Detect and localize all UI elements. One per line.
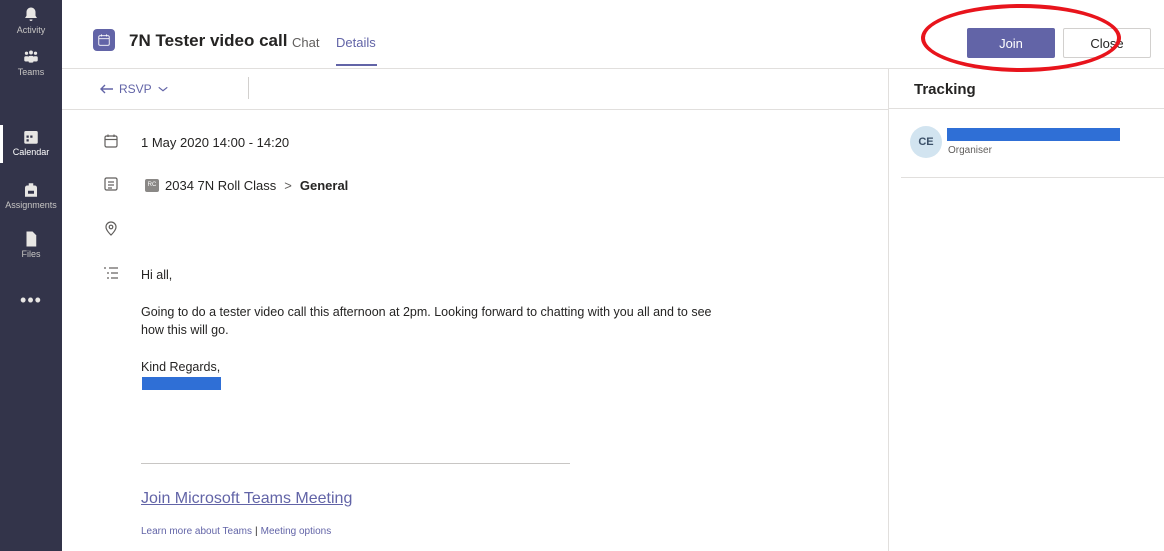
rail-item-label: Teams xyxy=(17,67,45,77)
rail-item-label: Files xyxy=(21,249,41,259)
file-icon xyxy=(26,231,37,247)
join-button[interactable]: Join xyxy=(967,28,1055,58)
team-avatar: RC xyxy=(145,179,159,193)
rail-item-label: Activity xyxy=(16,25,46,35)
bell-icon xyxy=(25,7,37,21)
content-divider xyxy=(141,463,570,464)
channel-name[interactable]: General xyxy=(300,178,348,193)
redacted-signature xyxy=(142,377,221,390)
calendar-icon xyxy=(24,131,38,144)
details-toolbar: RSVP xyxy=(62,69,888,110)
tracking-divider xyxy=(889,108,1164,109)
chevron-right-icon: > xyxy=(284,178,292,193)
rail-item-assignments[interactable]: Assignments xyxy=(0,181,62,210)
location-pin-icon xyxy=(103,221,119,237)
attendee-divider xyxy=(901,177,1164,178)
calendar-icon xyxy=(103,133,119,149)
backpack-icon xyxy=(25,183,37,197)
rsvp-label: RSVP xyxy=(119,82,152,96)
tracking-panel: Tracking CE Organiser xyxy=(888,69,1164,551)
rsvp-button[interactable]: RSVP xyxy=(100,82,169,96)
tracking-title: Tracking xyxy=(914,81,976,98)
join-meeting-link[interactable]: Join Microsoft Teams Meeting xyxy=(141,490,352,508)
app-rail: Activity Teams Calendar Assignments File… xyxy=(0,0,62,551)
channel-icon xyxy=(103,176,119,192)
rail-item-label: Calendar xyxy=(12,147,50,157)
active-tab-indicator xyxy=(336,64,377,66)
description-icon xyxy=(103,265,119,281)
attendee-role: Organiser xyxy=(948,145,992,156)
chevron-down-icon xyxy=(158,86,168,92)
message-greeting: Hi all, xyxy=(141,268,173,282)
rail-item-activity[interactable]: Activity xyxy=(0,6,62,35)
avatar[interactable]: CE xyxy=(910,126,942,158)
meeting-header: 7N Tester video call Chat Details Join C… xyxy=(62,0,1164,69)
channel-path: RC 2034 7N Roll Class > General xyxy=(145,178,348,193)
reply-arrow-icon xyxy=(100,84,113,94)
meeting-calendar-icon xyxy=(93,29,115,51)
rail-item-teams[interactable]: Teams xyxy=(0,48,62,77)
message-signoff: Kind Regards, xyxy=(141,360,221,374)
redacted-attendee-name xyxy=(947,128,1120,141)
rail-item-label: Assignments xyxy=(5,200,57,210)
more-apps-icon[interactable]: ••• xyxy=(0,290,62,311)
footer-separator: | xyxy=(255,526,258,537)
tab-details[interactable]: Details xyxy=(336,35,376,50)
learn-more-link[interactable]: Learn more about Teams xyxy=(141,526,252,537)
meeting-datetime: 1 May 2020 14:00 - 14:20 xyxy=(141,135,290,150)
teams-icon xyxy=(24,50,38,63)
rail-item-calendar[interactable]: Calendar xyxy=(0,125,62,163)
footer-links: Learn more about Teams | Meeting options xyxy=(141,526,331,537)
message-body: Going to do a tester video call this aft… xyxy=(141,305,712,337)
tab-chat[interactable]: Chat xyxy=(292,35,319,50)
meeting-title: 7N Tester video call xyxy=(129,31,288,50)
team-name[interactable]: 2034 7N Roll Class xyxy=(165,178,276,193)
meeting-options-link[interactable]: Meeting options xyxy=(261,526,332,537)
close-button[interactable]: Close xyxy=(1063,28,1151,58)
rail-item-files[interactable]: Files xyxy=(0,230,62,259)
toolbar-divider xyxy=(248,77,249,99)
